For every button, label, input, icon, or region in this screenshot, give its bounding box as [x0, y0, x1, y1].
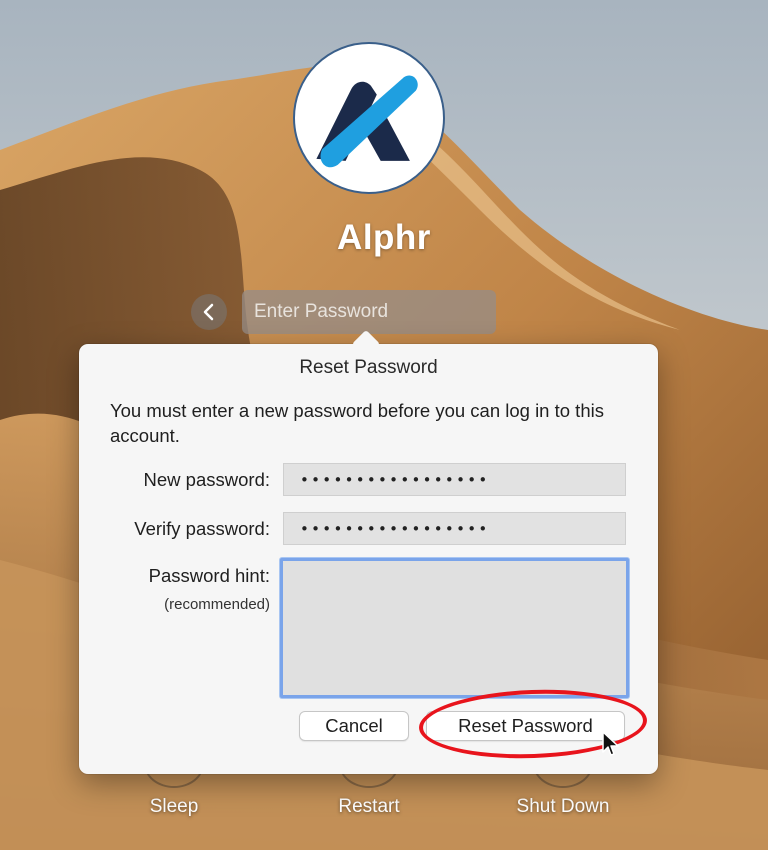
reset-password-dialog: Reset Password You must enter a new pass…: [79, 344, 658, 774]
reset-password-button[interactable]: Reset Password: [426, 711, 625, 741]
password-hint-label: Password hint:: [148, 565, 270, 586]
restart-button[interactable]: Restart: [299, 796, 439, 818]
shutdown-button[interactable]: Shut Down: [493, 796, 633, 818]
user-avatar[interactable]: [293, 42, 445, 194]
verify-password-field[interactable]: •••••••••••••••••: [283, 512, 626, 545]
mouse-cursor-icon: [602, 731, 619, 756]
chevron-left-icon: [203, 303, 214, 321]
dialog-message: You must enter a new password before you…: [110, 400, 604, 446]
password-hint-sublabel: (recommended): [164, 596, 270, 613]
new-password-field[interactable]: •••••••••••••••••: [283, 463, 626, 496]
login-password-input[interactable]: [242, 290, 496, 334]
password-hint-textarea[interactable]: [280, 558, 629, 698]
user-name: Alphr: [337, 218, 431, 257]
verify-password-label: Verify password:: [134, 518, 270, 539]
sleep-button[interactable]: Sleep: [104, 796, 244, 818]
dialog-title: Reset Password: [299, 357, 438, 378]
cancel-button[interactable]: Cancel: [299, 711, 409, 741]
new-password-label: New password:: [143, 469, 270, 490]
back-button[interactable]: [191, 294, 227, 330]
alphr-logo-icon: [316, 75, 418, 168]
